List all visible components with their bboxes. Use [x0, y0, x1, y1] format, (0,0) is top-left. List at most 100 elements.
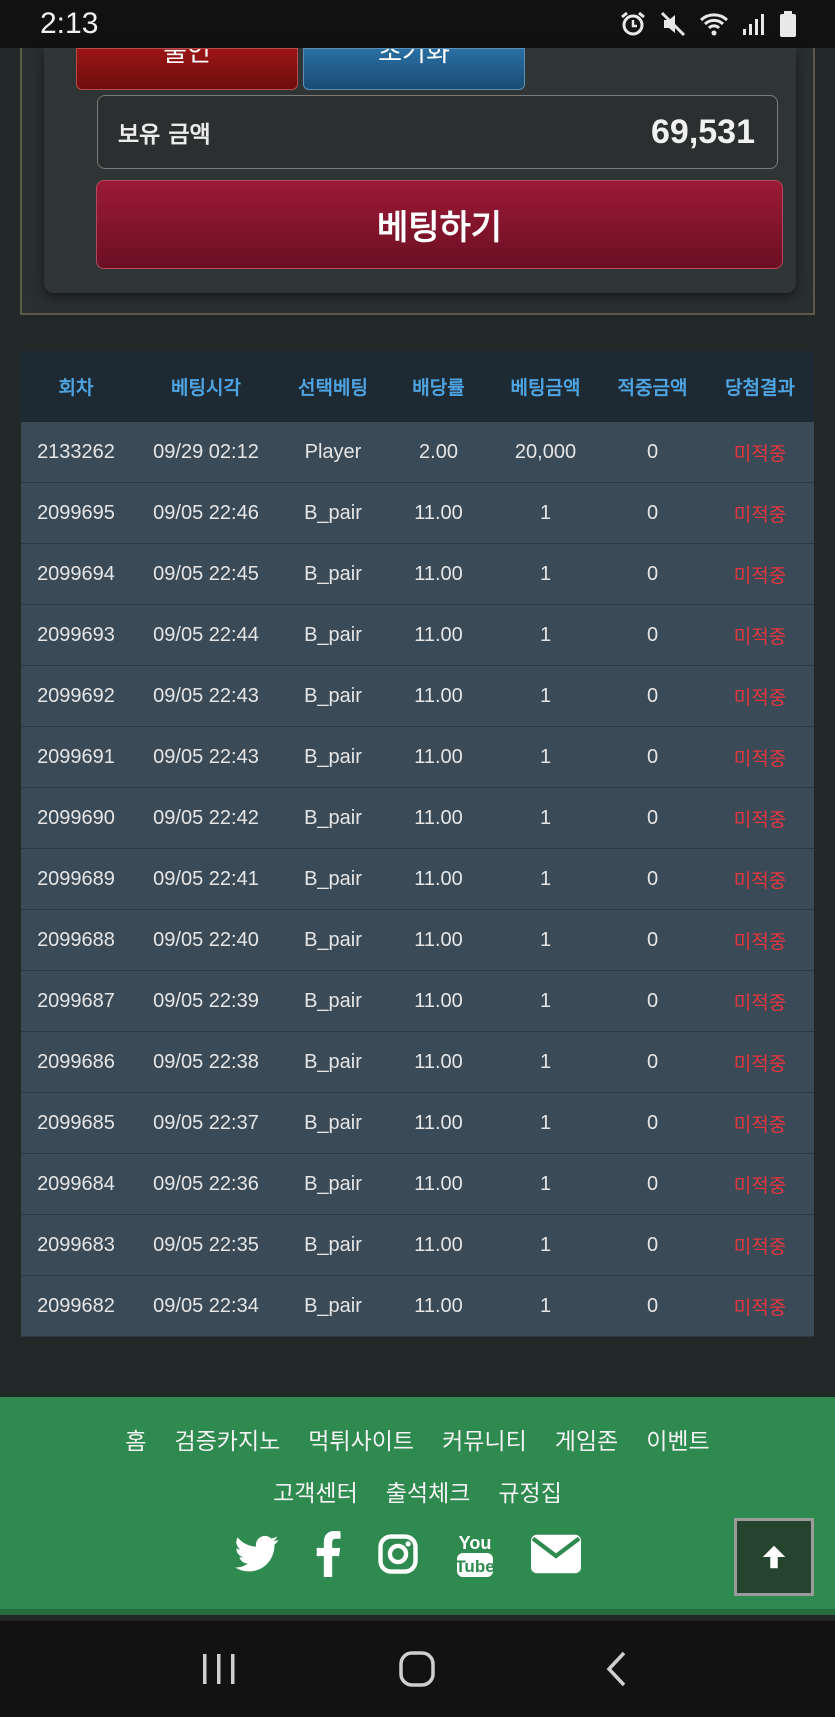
- alarm-icon: [621, 11, 645, 36]
- twitter-icon[interactable]: [235, 1535, 279, 1573]
- table-row: 2099682 09/05 22:34 B_pair 11.00 1 0 미적중: [21, 1276, 814, 1337]
- cell-odds: 11.00: [414, 989, 463, 1012]
- footer-link-support[interactable]: 고객센터: [273, 1469, 358, 1519]
- cell-selection: B_pair: [304, 867, 362, 890]
- table-row: 2099688 09/05 22:40 B_pair 11.00 1 0 미적중: [21, 910, 814, 971]
- cell-bet-time: 09/05 22:42: [153, 806, 259, 829]
- status-icons: [619, 10, 797, 38]
- cell-bet-time: 09/05 22:40: [153, 928, 259, 951]
- table-row: 2099693 09/05 22:44 B_pair 11.00 1 0 미적중: [21, 605, 814, 666]
- cell-odds: 11.00: [414, 1111, 463, 1134]
- column-bet-time: 베팅시각: [171, 377, 241, 399]
- cell-round: 2099685: [37, 1111, 115, 1134]
- cell-win-amount: 0: [646, 1294, 659, 1317]
- cell-result: 미적중: [733, 625, 787, 648]
- cell-bet-time: 09/29 02:12: [153, 440, 259, 463]
- back-icon[interactable]: [576, 1639, 656, 1699]
- youtube-icon[interactable]: You Tube: [455, 1529, 495, 1579]
- footer-link-verified-casino[interactable]: 검증카지노: [174, 1417, 280, 1467]
- cell-win-amount: 0: [646, 1172, 659, 1195]
- cell-selection: B_pair: [304, 745, 362, 768]
- bet-panel-inner: 출인 초기화 보유 금액 69,531 베팅하기: [44, 48, 796, 293]
- cell-odds: 11.00: [414, 1050, 463, 1073]
- balance-value: 69,531: [651, 112, 755, 151]
- tab-red-button[interactable]: 출인: [76, 48, 298, 90]
- balance-box: 보유 금액 69,531: [97, 95, 778, 169]
- cell-odds: 11.00: [414, 562, 463, 585]
- cell-bet-amount: 1: [539, 501, 552, 524]
- home-icon[interactable]: [377, 1639, 457, 1699]
- cell-win-amount: 0: [646, 440, 659, 463]
- footer-link-events[interactable]: 이벤트: [646, 1417, 709, 1467]
- footer-link-rules[interactable]: 규정집: [498, 1469, 561, 1519]
- cell-bet-time: 09/05 22:37: [153, 1111, 259, 1134]
- cell-round: 2133262: [37, 440, 115, 463]
- bet-panel: 출인 초기화 보유 금액 69,531 베팅하기: [20, 48, 815, 315]
- table-row: 2099692 09/05 22:43 B_pair 11.00 1 0 미적중: [21, 666, 814, 727]
- table-row: 2099695 09/05 22:46 B_pair 11.00 1 0 미적중: [21, 483, 814, 544]
- cell-win-amount: 0: [646, 1111, 659, 1134]
- social-icons: You Tube: [235, 1529, 581, 1579]
- table-row: 2133262 09/29 02:12 Player 2.00 20,000 0 미적중: [21, 422, 814, 483]
- bet-history-table: 회차 베팅시각 선택베팅 배당률 베팅금액 적중금액 당첨결과 2133262 0…: [21, 351, 814, 1337]
- cell-selection: Player: [304, 440, 362, 463]
- battery-icon: [780, 11, 796, 37]
- cell-bet-amount: 1: [539, 1050, 552, 1073]
- cell-selection: B_pair: [304, 928, 362, 951]
- cell-odds: 11.00: [414, 745, 463, 768]
- reset-button[interactable]: 초기화: [303, 48, 525, 90]
- cell-result: 미적중: [733, 930, 787, 953]
- navigation-bar: [0, 1621, 835, 1717]
- status-bar: 2:13: [0, 0, 835, 48]
- cell-odds: 11.00: [414, 806, 463, 829]
- cell-bet-amount: 1: [539, 1294, 552, 1317]
- footer-links: 홈 검증카지노 먹튀사이트 커뮤니티 게임존 이벤트 고객센터 출석체크 규정집: [0, 1417, 835, 1521]
- column-result: 당첨결과: [725, 377, 795, 399]
- cell-bet-amount: 1: [539, 1111, 552, 1134]
- cell-bet-amount: 1: [539, 928, 552, 951]
- column-round: 회차: [58, 377, 94, 399]
- cell-result: 미적중: [733, 442, 787, 465]
- svg-text:You: You: [459, 1533, 492, 1553]
- cell-round: 2099694: [37, 562, 115, 585]
- cell-bet-time: 09/05 22:43: [153, 745, 259, 768]
- arrow-up-icon: [762, 1545, 786, 1569]
- table-header: 회차 베팅시각 선택베팅 배당률 베팅금액 적중금액 당첨결과: [21, 351, 814, 422]
- cell-round: 2099682: [37, 1294, 115, 1317]
- mail-icon[interactable]: [531, 1534, 581, 1574]
- cell-selection: B_pair: [304, 1050, 362, 1073]
- cell-selection: B_pair: [304, 1172, 362, 1195]
- table-row: 2099685 09/05 22:37 B_pair 11.00 1 0 미적중: [21, 1093, 814, 1154]
- footer-link-attendance[interactable]: 출석체크: [386, 1469, 471, 1519]
- cell-selection: B_pair: [304, 806, 362, 829]
- cell-odds: 11.00: [414, 684, 463, 707]
- mute-icon: [660, 11, 686, 37]
- table-row: 2099691 09/05 22:43 B_pair 11.00 1 0 미적중: [21, 727, 814, 788]
- table-row: 2099689 09/05 22:41 B_pair 11.00 1 0 미적중: [21, 849, 814, 910]
- cell-bet-amount: 1: [539, 562, 552, 585]
- cell-odds: 11.00: [414, 928, 463, 951]
- tab-red-label: 출인: [163, 48, 211, 68]
- cell-result: 미적중: [733, 991, 787, 1014]
- table-row: 2099694 09/05 22:45 B_pair 11.00 1 0 미적중: [21, 544, 814, 605]
- footer-link-community[interactable]: 커뮤니티: [442, 1417, 527, 1467]
- cell-round: 2099687: [37, 989, 115, 1012]
- cell-round: 2099691: [37, 745, 115, 768]
- cell-win-amount: 0: [646, 501, 659, 524]
- table-body: 2133262 09/29 02:12 Player 2.00 20,000 0 미적중 20…: [21, 422, 814, 1337]
- footer-link-game-zone[interactable]: 게임존: [555, 1417, 618, 1467]
- place-bet-button[interactable]: 베팅하기: [96, 180, 783, 269]
- footer-link-home[interactable]: 홈: [125, 1417, 146, 1467]
- facebook-icon[interactable]: [315, 1531, 341, 1577]
- cell-bet-time: 09/05 22:46: [153, 501, 259, 524]
- cell-result: 미적중: [733, 1174, 787, 1197]
- cell-bet-amount: 1: [539, 1172, 552, 1195]
- cell-round: 2099689: [37, 867, 115, 890]
- cell-result: 미적중: [733, 503, 787, 526]
- recent-apps-icon[interactable]: [179, 1639, 259, 1699]
- footer-link-scam-sites[interactable]: 먹튀사이트: [308, 1417, 414, 1467]
- scroll-top-button[interactable]: [734, 1518, 814, 1596]
- cell-odds: 11.00: [414, 1172, 463, 1195]
- cell-bet-amount: 1: [539, 684, 552, 707]
- instagram-icon[interactable]: [377, 1533, 419, 1575]
